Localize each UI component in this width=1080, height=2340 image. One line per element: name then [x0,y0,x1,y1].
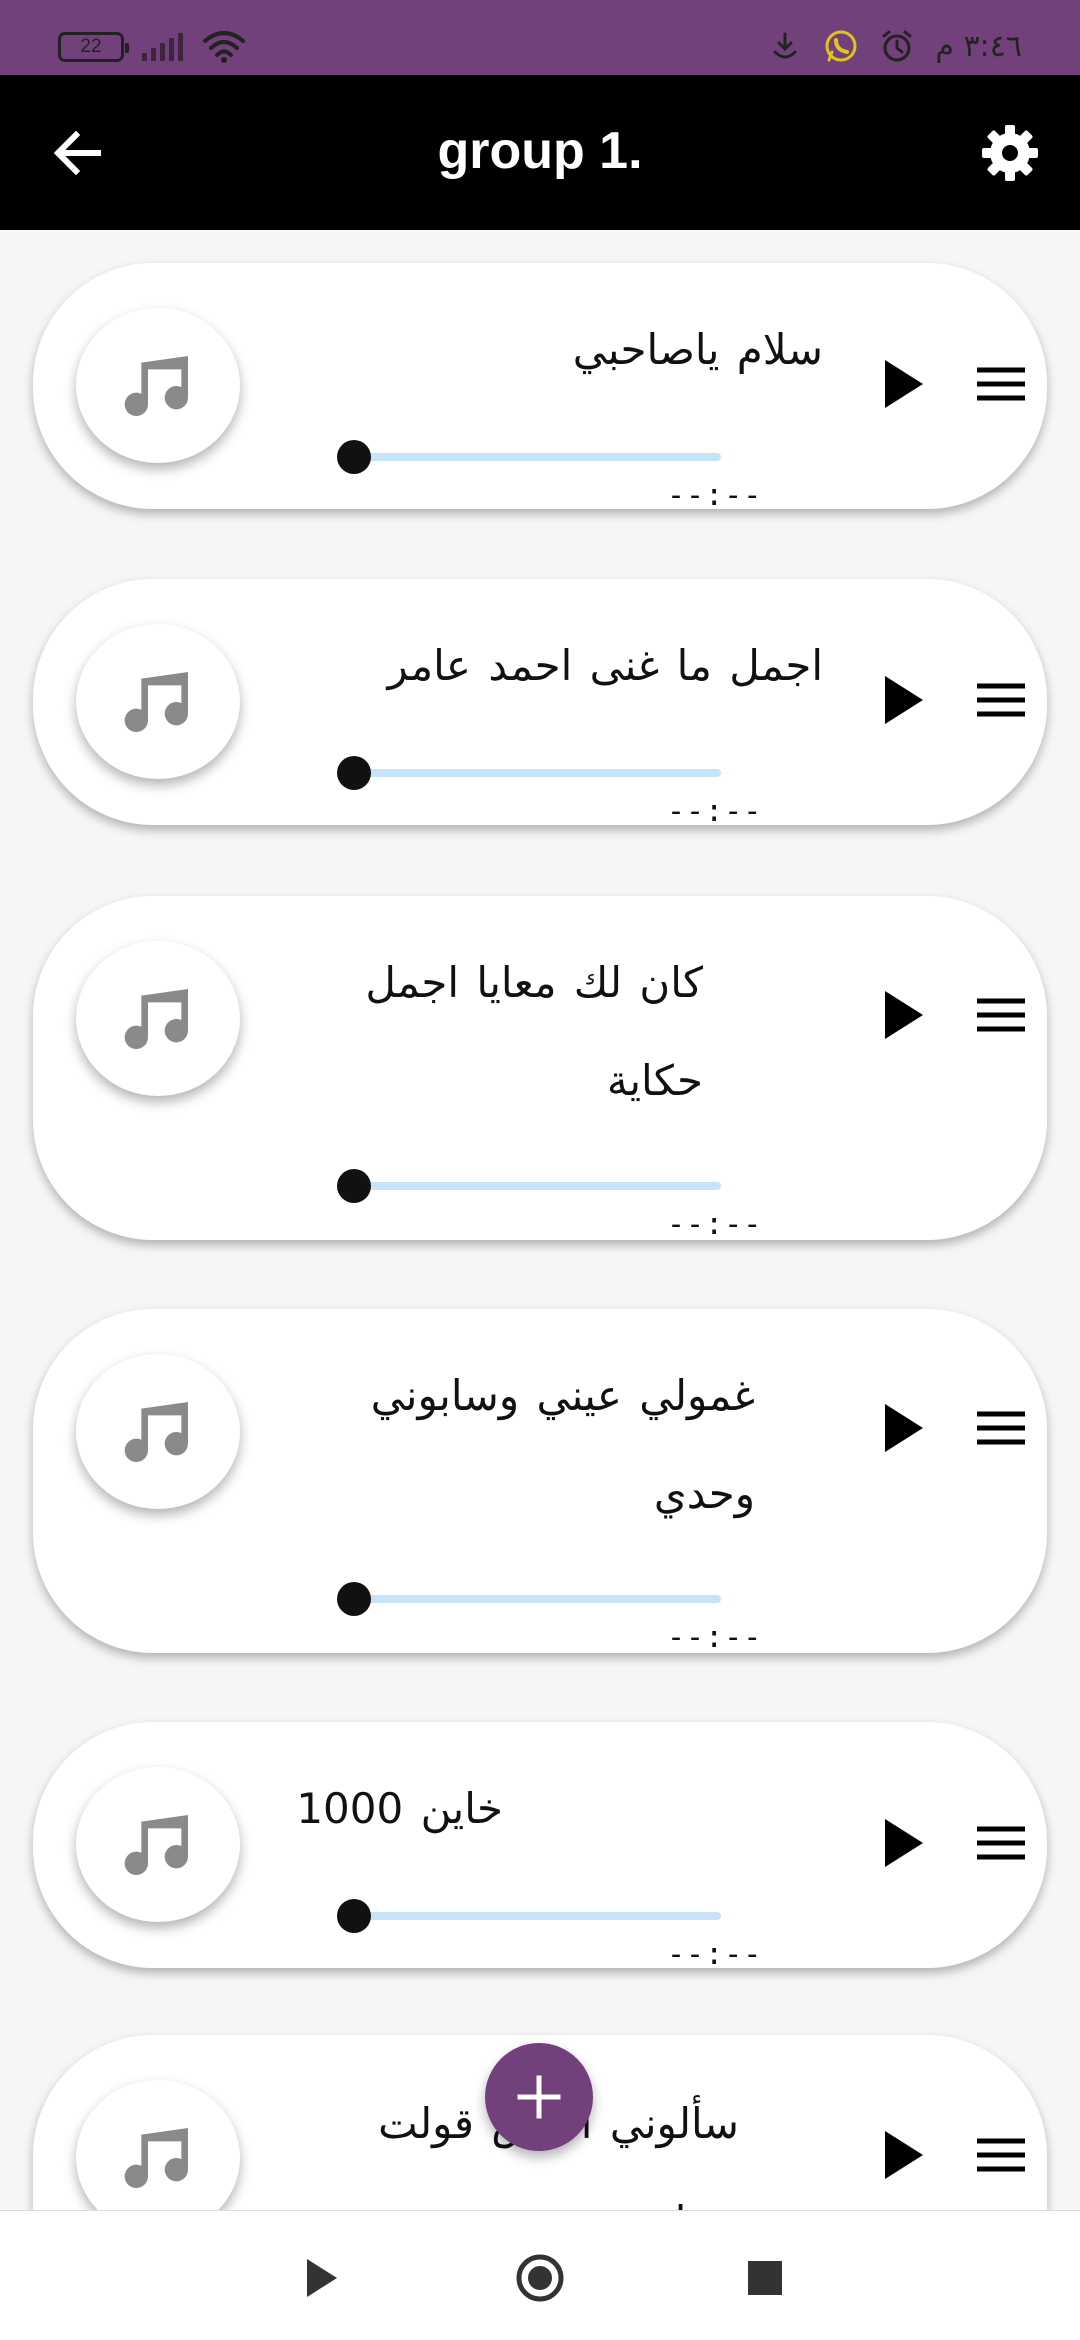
play-icon[interactable] [871,354,931,414]
play-icon[interactable] [871,670,931,730]
page-title: group 1. [437,122,643,180]
battery-icon: 22 [58,32,129,62]
drag-handle-icon[interactable] [971,1398,1031,1458]
status-right: ٣:٤٦ م [767,28,1022,64]
song-avatar [76,2080,240,2210]
song-title-line: حكاية [606,1056,703,1105]
song-list[interactable]: سلام ياصاحبي --:-- اجمل ما غنى احمد عامر… [0,230,1080,2210]
whatsapp-icon [825,30,857,62]
song-title: كان لك معايا اجمل حكاية [283,934,703,1130]
bottom-player-bar [0,2210,1080,2340]
slider-track [351,769,721,777]
music-note-icon [124,355,188,416]
song-avatar [76,1354,240,1509]
song-duration: --:-- [667,1937,763,1972]
song-duration: --:-- [667,1620,763,1655]
slider-track [351,1182,721,1190]
play-icon[interactable] [295,2253,345,2303]
drag-handle-icon[interactable] [971,2125,1031,2185]
song-card[interactable]: اجمل ما غنى احمد عامر --:-- [33,579,1047,829]
song-avatar [76,624,240,779]
status-time: ٣:٤٦ م [935,28,1022,64]
song-progress-slider[interactable] [337,753,721,793]
song-avatar [76,308,240,463]
slider-thumb[interactable] [337,1169,371,1203]
song-duration: --:-- [667,478,763,513]
status-left: 22 [58,30,245,64]
song-progress-slider[interactable] [337,1579,721,1619]
alarm-icon [882,30,912,62]
slider-thumb[interactable] [337,756,371,790]
song-title-line: غمولي عيني وسابوني [370,1371,755,1420]
add-song-button[interactable] [485,2043,593,2151]
status-bar: 22 ٣:٤٦ م [0,0,1080,75]
song-card[interactable]: خاين 1000 --:-- [33,1722,1047,1972]
app-bar: group 1. [0,75,1080,230]
play-icon[interactable] [871,1813,931,1873]
song-title-line: وحدي [653,1469,755,1518]
play-icon[interactable] [871,2125,931,2185]
radio-circle-icon[interactable] [515,2253,565,2303]
slider-thumb[interactable] [337,1582,371,1616]
music-note-icon [124,988,188,1049]
gear-icon[interactable] [978,121,1042,185]
music-note-icon [124,1401,188,1462]
song-title: غمولي عيني وسابوني وحدي [283,1347,755,1543]
song-card[interactable]: سلام ياصاحبي --:-- [33,263,1047,513]
drag-handle-icon[interactable] [971,1813,1031,1873]
song-progress-slider[interactable] [337,1166,721,1206]
song-duration: --:-- [667,794,763,829]
drag-handle-icon[interactable] [971,670,1031,730]
stop-icon[interactable] [740,2253,790,2303]
drag-handle-icon[interactable] [971,985,1031,1045]
play-icon[interactable] [871,1398,931,1458]
music-note-icon [124,671,188,732]
slider-track [351,453,721,461]
song-title: خاين 1000 [296,1784,503,1833]
song-title: سلام ياصاحبي [572,325,823,374]
song-progress-slider[interactable] [337,437,721,477]
song-title-line: كان لك معايا اجمل [365,958,703,1007]
slider-track [351,1595,721,1603]
song-avatar [76,1767,240,1922]
signal-icon [142,33,183,61]
song-card[interactable]: غمولي عيني وسابوني وحدي --:-- [33,1309,1047,1655]
plus-icon [517,2075,561,2119]
song-avatar [76,941,240,1096]
wifi-icon [203,31,245,63]
song-title: اجمل ما غنى احمد عامر [387,641,823,690]
song-duration: --:-- [667,1207,763,1242]
song-progress-slider[interactable] [337,1896,721,1936]
music-note-icon [124,1814,188,1875]
slider-thumb[interactable] [337,440,371,474]
drag-handle-icon[interactable] [971,354,1031,414]
song-title-line: بحبك [283,2173,739,2210]
song-card[interactable]: كان لك معايا اجمل حكاية --:-- [33,896,1047,1242]
battery-level: 22 [80,36,102,57]
slider-thumb[interactable] [337,1899,371,1933]
download-icon [773,32,797,59]
play-icon[interactable] [871,985,931,1045]
music-note-icon [124,2127,188,2188]
slider-track [351,1912,721,1920]
